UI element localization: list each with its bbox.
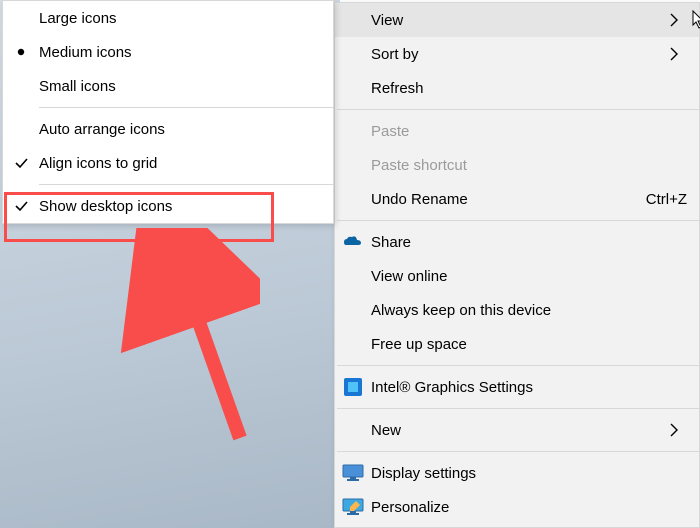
desktop-context-menu: View Sort by Refresh Paste Paste shortcu… bbox=[334, 2, 700, 528]
menu-item-view-online[interactable]: View online bbox=[335, 259, 699, 293]
view-submenu: Large icons Medium icons Small icons Aut… bbox=[2, 0, 334, 224]
menu-label: View online bbox=[371, 268, 687, 285]
menu-item-large-icons[interactable]: Large icons bbox=[3, 1, 333, 35]
menu-item-small-icons[interactable]: Small icons bbox=[3, 69, 333, 103]
menu-item-medium-icons[interactable]: Medium icons bbox=[3, 35, 333, 69]
menu-label: Personalize bbox=[371, 499, 687, 516]
menu-label: New bbox=[371, 422, 669, 439]
check-icon bbox=[3, 198, 39, 214]
menu-item-view[interactable]: View bbox=[335, 3, 699, 37]
menu-label: Auto arrange icons bbox=[39, 121, 321, 138]
display-icon bbox=[335, 464, 371, 482]
menu-label: Show desktop icons bbox=[39, 198, 321, 215]
menu-item-paste: Paste bbox=[335, 114, 699, 148]
intel-icon bbox=[335, 377, 371, 397]
chevron-right-icon bbox=[669, 47, 687, 61]
separator bbox=[39, 107, 333, 108]
menu-item-free-up-space[interactable]: Free up space bbox=[335, 327, 699, 361]
menu-item-always-keep[interactable]: Always keep on this device bbox=[335, 293, 699, 327]
menu-label: Paste shortcut bbox=[371, 157, 687, 174]
menu-label: Large icons bbox=[39, 10, 321, 27]
onedrive-share-icon bbox=[335, 235, 371, 249]
separator bbox=[337, 365, 699, 366]
menu-item-paste-shortcut: Paste shortcut bbox=[335, 148, 699, 182]
menu-item-show-desktop-icons[interactable]: Show desktop icons bbox=[3, 189, 333, 223]
shortcut-text: Ctrl+Z bbox=[646, 191, 687, 208]
menu-item-auto-arrange[interactable]: Auto arrange icons bbox=[3, 112, 333, 146]
separator bbox=[39, 184, 333, 185]
chevron-right-icon bbox=[669, 13, 687, 27]
menu-label: Share bbox=[371, 234, 687, 251]
menu-label: Free up space bbox=[371, 336, 687, 353]
menu-item-intel-graphics[interactable]: Intel® Graphics Settings bbox=[335, 370, 699, 404]
separator bbox=[337, 408, 699, 409]
menu-label: Paste bbox=[371, 123, 687, 140]
menu-item-undo-rename[interactable]: Undo Rename Ctrl+Z bbox=[335, 182, 699, 216]
menu-label: Small icons bbox=[39, 78, 321, 95]
separator bbox=[337, 109, 699, 110]
menu-label: Display settings bbox=[371, 465, 687, 482]
check-icon bbox=[3, 155, 39, 171]
menu-item-share[interactable]: Share bbox=[335, 225, 699, 259]
menu-label: View bbox=[371, 12, 669, 29]
menu-label: Sort by bbox=[371, 46, 669, 63]
menu-item-display-settings[interactable]: Display settings bbox=[335, 456, 699, 490]
menu-label: Medium icons bbox=[39, 44, 321, 61]
menu-item-sort-by[interactable]: Sort by bbox=[335, 37, 699, 71]
separator bbox=[337, 451, 699, 452]
separator bbox=[337, 220, 699, 221]
personalize-icon bbox=[335, 498, 371, 516]
menu-item-personalize[interactable]: Personalize bbox=[335, 490, 699, 524]
chevron-right-icon bbox=[669, 423, 687, 437]
menu-label: Refresh bbox=[371, 80, 687, 97]
menu-label: Align icons to grid bbox=[39, 155, 321, 172]
menu-label: Intel® Graphics Settings bbox=[371, 379, 687, 396]
menu-item-align-grid[interactable]: Align icons to grid bbox=[3, 146, 333, 180]
menu-item-new[interactable]: New bbox=[335, 413, 699, 447]
menu-item-refresh[interactable]: Refresh bbox=[335, 71, 699, 105]
menu-label: Undo Rename bbox=[371, 191, 646, 208]
bullet-icon bbox=[3, 48, 39, 56]
menu-label: Always keep on this device bbox=[371, 302, 687, 319]
